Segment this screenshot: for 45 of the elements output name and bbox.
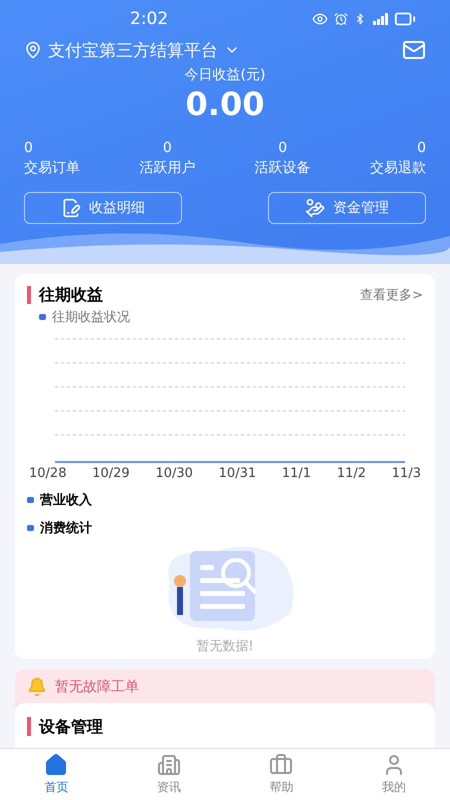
building-icon bbox=[156, 753, 181, 777]
stat-value: 0 bbox=[24, 139, 33, 158]
home-icon bbox=[44, 753, 68, 777]
legend-label: 往期收益状况 bbox=[52, 309, 130, 326]
card-title: 设备管理 bbox=[27, 717, 103, 736]
legend-label: 营业收入 bbox=[40, 492, 92, 509]
legend-label: 消费统计 bbox=[40, 520, 92, 537]
view-more-link[interactable]: 查看更多> bbox=[360, 286, 423, 304]
axis-label: 11/1 bbox=[282, 466, 312, 481]
axis-label: 10/28 bbox=[29, 466, 66, 481]
stat-label: 活跃用户 bbox=[139, 159, 196, 178]
axis-label: 10/29 bbox=[92, 466, 130, 481]
hand-coins-icon bbox=[305, 198, 325, 218]
bluetooth-icon bbox=[354, 13, 366, 25]
stat-value: 0 bbox=[417, 139, 426, 158]
signal-icon bbox=[372, 13, 388, 25]
eye-icon bbox=[312, 11, 328, 27]
axis-label: 10/31 bbox=[218, 466, 256, 481]
tab-item[interactable]: 帮助 bbox=[225, 749, 338, 800]
tab-item[interactable]: 我的 bbox=[338, 749, 450, 800]
axis-label: 11/3 bbox=[392, 466, 421, 481]
stat-label: 交易订单 bbox=[24, 159, 80, 178]
briefcase-icon bbox=[269, 753, 294, 777]
today-income-value: 0.00 bbox=[186, 84, 264, 124]
status-time: 2:02 bbox=[130, 9, 168, 29]
card-title: 往期收益 bbox=[27, 286, 103, 304]
stat-value: 0 bbox=[162, 139, 172, 158]
alert-text: 暂无故障工单 bbox=[55, 678, 139, 696]
edit-document-icon bbox=[61, 198, 81, 218]
today-income-label: 今日收益(元) bbox=[184, 66, 266, 84]
tab-item[interactable]: 首页 bbox=[0, 749, 112, 800]
action-button[interactable]: 收益明细 bbox=[24, 192, 182, 224]
empty-message: 暂无数据! bbox=[196, 638, 254, 655]
alarm-icon bbox=[334, 12, 348, 26]
mail-icon[interactable] bbox=[402, 38, 426, 62]
axis-label: 11/2 bbox=[336, 466, 366, 481]
location-name[interactable]: 支付宝第三方结算平台 bbox=[48, 38, 218, 62]
stat-label: 交易退款 bbox=[370, 159, 426, 178]
stat-value: 0 bbox=[278, 139, 288, 158]
action-button[interactable]: 资金管理 bbox=[268, 192, 426, 224]
axis-label: 10/30 bbox=[155, 466, 193, 481]
location-icon bbox=[24, 41, 42, 59]
bell-icon bbox=[27, 677, 47, 697]
stat-label: 活跃设备 bbox=[254, 159, 311, 178]
tab-item[interactable]: 资讯 bbox=[112, 749, 225, 800]
